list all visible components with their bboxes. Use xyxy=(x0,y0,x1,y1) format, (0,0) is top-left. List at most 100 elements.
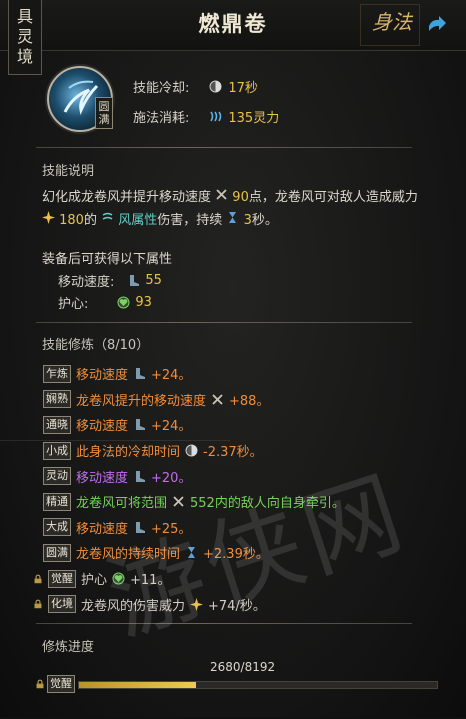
boot-icon xyxy=(130,275,140,286)
realm-badge: 具 灵 境 xyxy=(8,0,42,75)
training-row: 化境 龙卷风的伤害威力 +74/秒。 xyxy=(34,591,443,617)
cross-arrows-icon xyxy=(172,495,185,508)
skill-type-calligraphy: 身法 xyxy=(372,10,412,34)
skill-description: 幻化成龙卷风并提升移动速度 90点，龙卷风可对敌人造成威力 180的 风属性伤害… xyxy=(42,186,432,232)
desc-text: 秒。 xyxy=(251,213,278,228)
training-text: 此身法的冷却时间 xyxy=(76,445,181,461)
training-value: +25。 xyxy=(151,521,192,537)
desc-text: 伤害，持续 xyxy=(157,213,223,228)
realm-badge-char: 境 xyxy=(16,47,33,66)
desc-text: 点，龙卷风可对敌人造成威力 xyxy=(248,190,418,205)
progress-value: 2680/8192 xyxy=(210,660,276,674)
training-text: 护心 xyxy=(81,573,108,589)
spirit-power-icon xyxy=(210,111,222,122)
training-row: 乍炼 移动速度 +24。 xyxy=(43,361,443,387)
lock-icon xyxy=(33,598,43,610)
burst-icon xyxy=(42,211,55,224)
heart-icon xyxy=(117,296,130,309)
lock-icon xyxy=(36,679,44,689)
realm-badge-char: 具 xyxy=(16,7,33,26)
heart-icon xyxy=(112,572,125,585)
hourglass-icon xyxy=(229,212,237,223)
attr-value: 93 xyxy=(135,295,152,310)
training-text: 移动速度 xyxy=(76,368,129,384)
training-text: 龙卷风提升的移动速度 xyxy=(76,393,207,409)
cross-arrows-icon xyxy=(216,189,227,200)
attr-label: 移动速度: xyxy=(58,275,115,290)
training-text: 移动速度 xyxy=(76,521,129,537)
training-value: +2.39秒。 xyxy=(203,547,269,563)
element-text: 风属性 xyxy=(118,213,158,228)
training-value: +88。 xyxy=(229,393,270,409)
equip-attr-speed: 移动速度: 55 xyxy=(58,271,162,290)
equip-attr-heart: 护心: 93 xyxy=(58,293,152,312)
training-list: 乍炼 移动速度 +24。 娴熟 龙卷风提升的移动速度 +88。 通晓 移动速度 +24。 小成 此身… xyxy=(34,361,443,617)
training-row: 大成 移动速度 +25。 xyxy=(43,515,443,541)
realm-badge-char: 灵 xyxy=(16,27,33,46)
attr-label: 护心: xyxy=(58,297,89,312)
divider xyxy=(36,147,412,148)
boot-icon xyxy=(133,521,146,534)
training-tag: 通晓 xyxy=(43,415,71,434)
progress-start-tag: 觉醒 xyxy=(35,675,75,693)
training-tag: 化境 xyxy=(48,595,76,614)
training-tag: 精通 xyxy=(43,492,71,511)
progress-bar xyxy=(78,681,438,689)
training-text: 龙卷风可将范围 xyxy=(76,496,168,512)
grade-char: 圆 xyxy=(98,100,110,113)
training-row: 娴熟 龙卷风提升的移动速度 +88。 xyxy=(43,387,443,413)
training-value: +24。 xyxy=(151,368,192,384)
boot-icon xyxy=(133,367,146,380)
training-value: -2.37秒。 xyxy=(203,445,263,461)
cooldown-icon xyxy=(209,80,222,93)
training-row: 灵动 移动速度 +20。 xyxy=(43,463,443,489)
cooldown-value: 17秒 xyxy=(228,81,258,96)
training-row: 小成 此身法的冷却时间 -2.37秒。 xyxy=(43,438,443,464)
divider xyxy=(36,623,412,624)
training-value: +20。 xyxy=(151,470,192,486)
cost-row: 施法消耗: 135灵力 xyxy=(133,107,279,126)
training-tag: 灵动 xyxy=(43,467,71,486)
training-value: +74/秒。 xyxy=(208,598,266,614)
cooldown-label: 技能冷却: xyxy=(133,81,190,96)
training-value: +11。 xyxy=(130,573,171,589)
progress-fill xyxy=(79,682,197,688)
training-text: 移动速度 xyxy=(76,470,129,486)
description-line-1: 幻化成龙卷风并提升移动速度 90点，龙卷风可对敌人造成威力 xyxy=(42,186,432,209)
speed-value: 90 xyxy=(232,190,249,205)
cooldown-icon xyxy=(185,444,198,457)
training-title: 技能修炼（8/10） xyxy=(42,338,150,353)
hourglass-icon xyxy=(185,546,198,559)
lock-icon xyxy=(33,573,43,585)
training-tag: 大成 xyxy=(43,518,71,537)
description-line-2: 180的 风属性伤害，持续 3秒。 xyxy=(42,209,432,232)
grade-char: 满 xyxy=(98,113,110,126)
desc-text: 幻化成龙卷风并提升移动速度 xyxy=(42,190,212,205)
divider xyxy=(36,322,412,323)
training-value: +24。 xyxy=(151,419,192,435)
share-icon[interactable] xyxy=(426,14,448,36)
progress-title: 修炼进度 xyxy=(42,640,95,655)
training-text: 龙卷风的持续时间 xyxy=(76,547,181,563)
cross-arrows-icon xyxy=(211,393,224,406)
progress-tag: 觉醒 xyxy=(47,675,75,693)
attr-value: 55 xyxy=(145,273,162,288)
grade-badge: 圆 满 xyxy=(95,97,113,129)
duration-value: 3 xyxy=(243,213,252,228)
desc-text: 的 xyxy=(83,213,97,228)
training-tag: 圆满 xyxy=(43,543,71,562)
training-row: 圆满 龙卷风的持续时间 +2.39秒。 xyxy=(43,540,443,566)
training-row: 觉醒 护心 +11。 xyxy=(34,566,443,592)
training-tag: 乍炼 xyxy=(43,364,71,383)
training-value: 552内的敌人向自身牵引。 xyxy=(190,496,345,512)
description-title: 技能说明 xyxy=(42,164,95,179)
cost-label: 施法消耗: xyxy=(133,111,190,126)
cooldown-row: 技能冷却: 17秒 xyxy=(133,77,258,96)
training-row: 通晓 移动速度 +24。 xyxy=(43,412,443,438)
equip-title: 装备后可获得以下属性 xyxy=(42,252,173,267)
training-tag: 觉醒 xyxy=(48,569,76,588)
boot-icon xyxy=(133,470,146,483)
burst-icon xyxy=(190,597,204,611)
training-tag: 娴熟 xyxy=(43,390,71,409)
damage-value: 180 xyxy=(59,213,84,228)
